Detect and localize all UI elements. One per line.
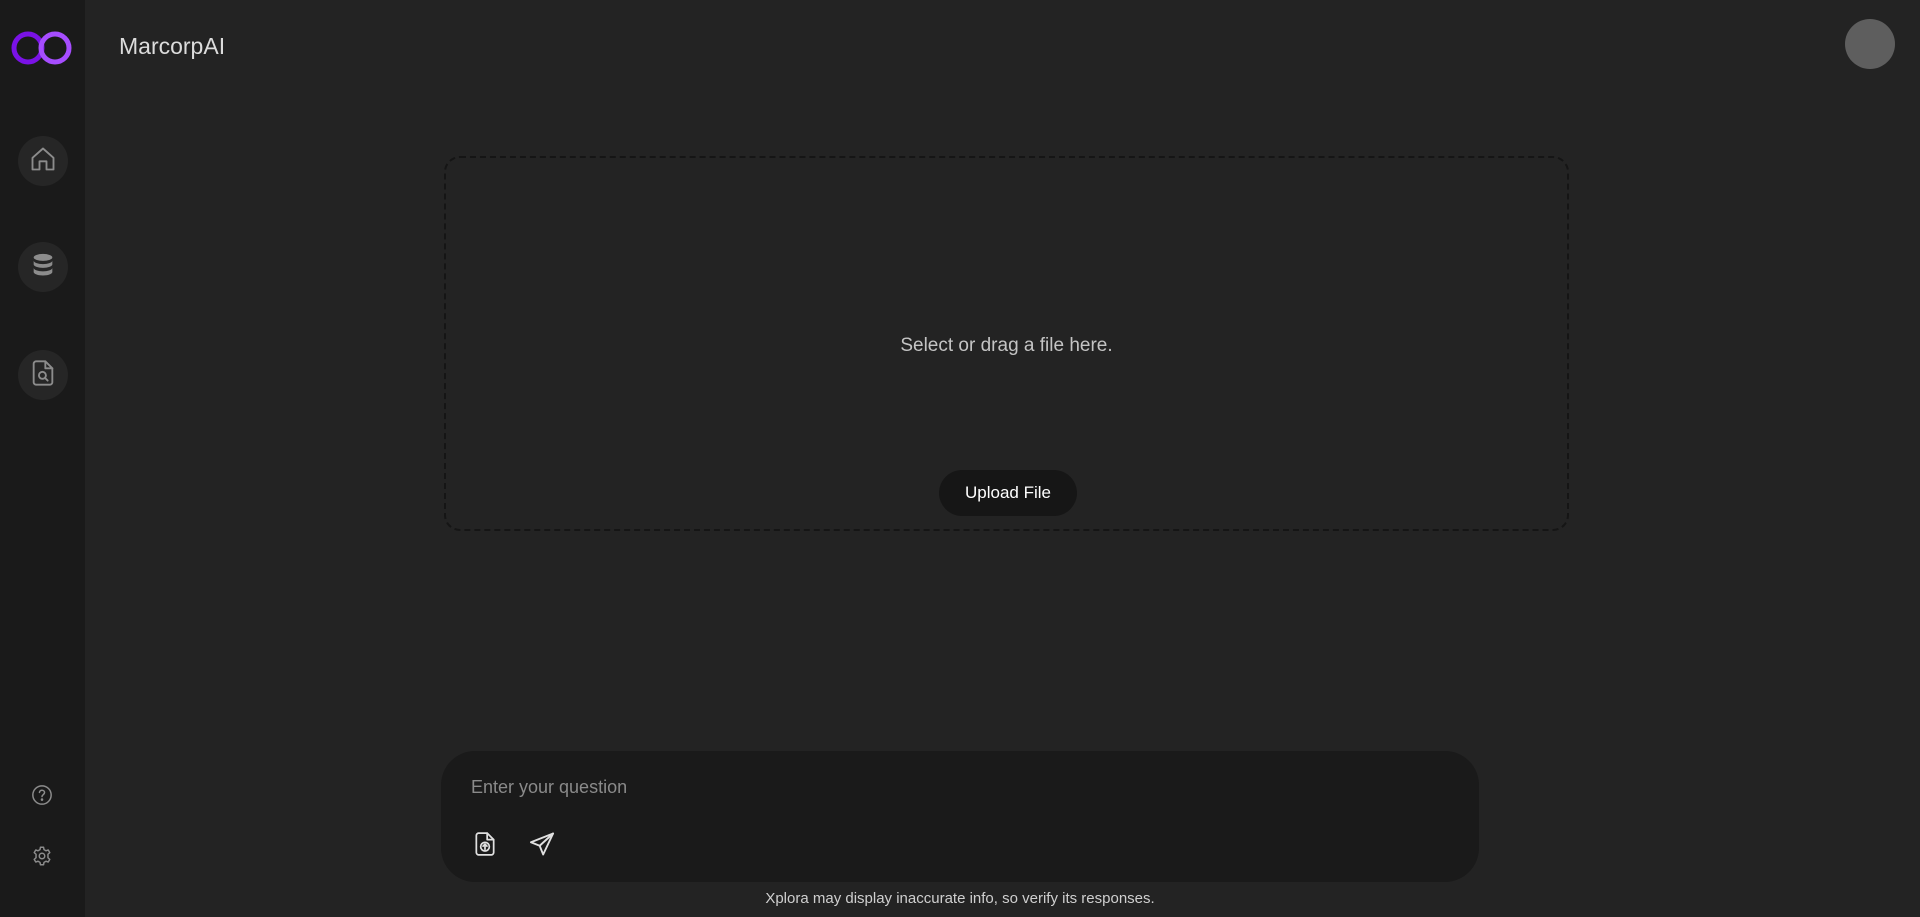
disclaimer-text: Xplora may display inaccurate info, so v…	[765, 890, 1155, 907]
upload-file-button[interactable]: Upload File	[939, 470, 1077, 516]
help-icon	[31, 784, 53, 811]
dropzone-prompt: Select or drag a file here.	[900, 335, 1113, 356]
question-input[interactable]	[471, 771, 1451, 803]
document-search-icon	[29, 359, 57, 392]
infinity-logo[interactable]	[9, 28, 75, 68]
sidebar-item-home[interactable]	[18, 136, 68, 186]
help-button[interactable]	[29, 784, 55, 810]
send-button[interactable]	[527, 831, 557, 861]
chat-composer	[441, 751, 1479, 882]
send-icon	[528, 830, 556, 863]
settings-button[interactable]	[29, 845, 55, 871]
database-icon	[29, 251, 57, 284]
sidebar-item-document-search[interactable]	[18, 350, 68, 400]
gear-icon	[31, 845, 53, 872]
app-title: MarcorpAI	[119, 33, 226, 59]
attach-file-button[interactable]	[470, 831, 500, 861]
file-upload-icon	[472, 831, 498, 862]
file-dropzone[interactable]: Select or drag a file here. Upload File	[444, 156, 1569, 531]
sidebar-item-database[interactable]	[18, 242, 68, 292]
home-icon	[29, 145, 57, 178]
avatar[interactable]	[1845, 19, 1895, 69]
sidebar	[0, 0, 85, 917]
